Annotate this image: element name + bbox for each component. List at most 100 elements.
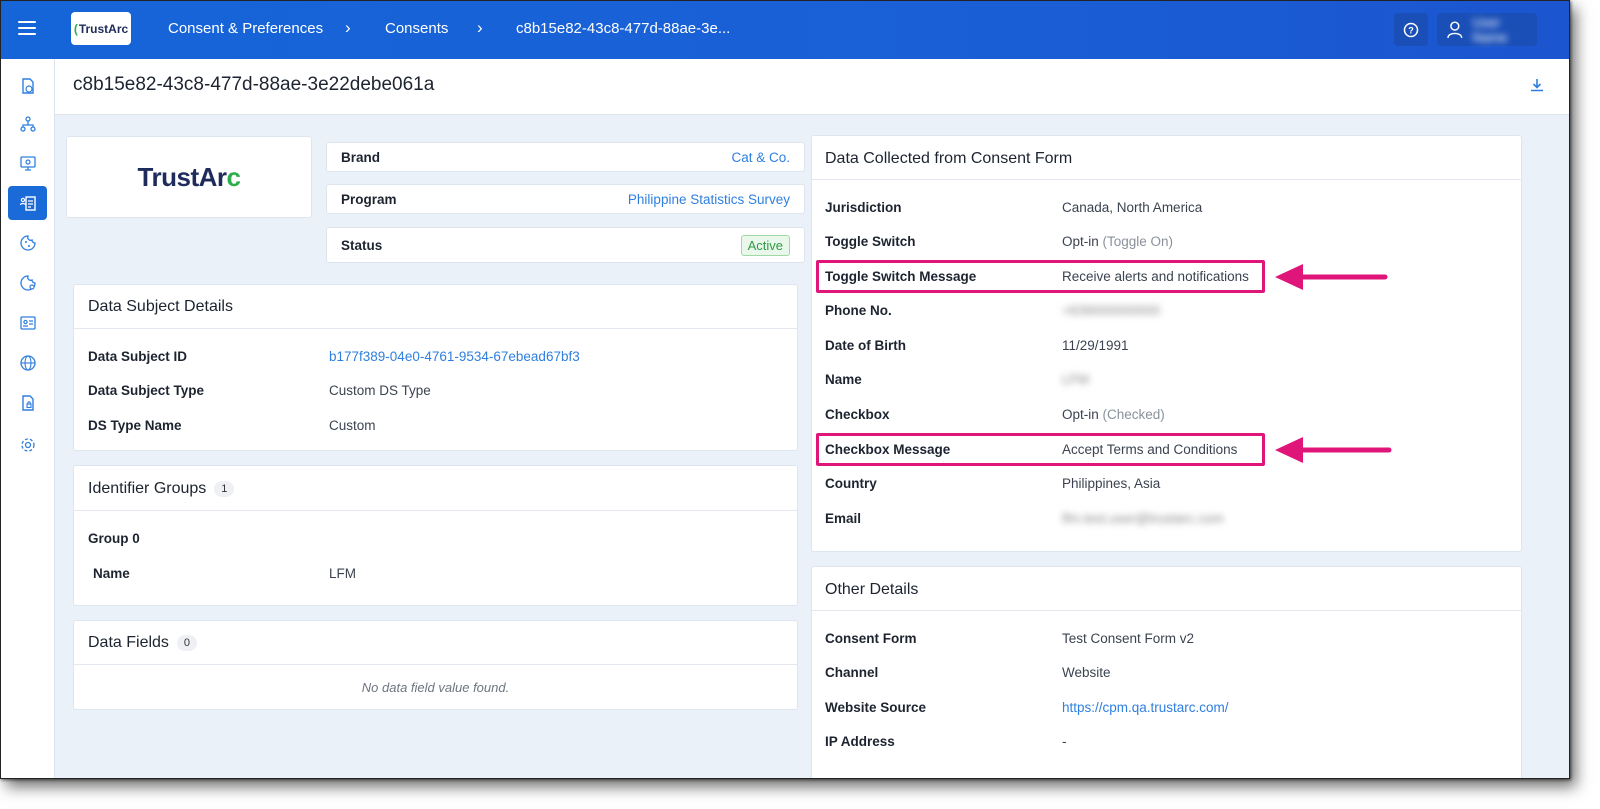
- group-0-label: Group 0: [88, 531, 140, 546]
- country-label: Country: [825, 476, 877, 491]
- brand-label: Brand: [341, 149, 381, 165]
- program-label: Program: [341, 191, 397, 207]
- breadcrumb-consent-preferences[interactable]: Consent & Preferences: [168, 20, 323, 37]
- channel-value: Website: [1062, 665, 1111, 680]
- data-fields-card: Data Fields 0 No data field value found.: [73, 620, 798, 710]
- help-icon: ?: [1403, 22, 1419, 37]
- phone-value-redacted: +639000000000: [1062, 303, 1160, 318]
- monitor-icon: [19, 156, 36, 171]
- sidebar-item-data-flow[interactable]: [8, 107, 47, 141]
- sidebar-item-cookies[interactable]: [8, 226, 47, 260]
- globe-icon: [19, 355, 36, 371]
- gear-icon: [20, 438, 35, 452]
- breadcrumb-current: c8b15e82-43c8-477d-88ae-3e...: [516, 20, 731, 37]
- ds-type-name-label: DS Type Name: [88, 418, 182, 433]
- help-button[interactable]: ?: [1394, 13, 1428, 46]
- sidebar-item-profiles[interactable]: [8, 306, 47, 340]
- chevron-right-icon: ›: [345, 18, 351, 37]
- sidebar-item-monitor[interactable]: [8, 146, 47, 180]
- jurisdiction-label: Jurisdiction: [825, 200, 902, 215]
- consent-form-data-title: Data Collected from Consent Form: [825, 150, 1073, 167]
- app-window: (TrustArc Consent & Preferences › Consen…: [0, 0, 1570, 779]
- sidebar-item-settings[interactable]: [8, 428, 47, 462]
- data-subject-card: Data Subject Details Data Subject ID b17…: [73, 284, 798, 451]
- cookie-icon: [19, 235, 36, 251]
- program-link[interactable]: Philippine Statistics Survey: [628, 192, 790, 207]
- user-name: User Name: [1472, 14, 1508, 45]
- app-logo[interactable]: (TrustArc: [71, 12, 131, 45]
- consent-form-label: Consent Form: [825, 631, 917, 646]
- dob-value: 11/29/1991: [1062, 338, 1129, 353]
- id-card-icon: [19, 316, 36, 330]
- checkbox-value: Opt-in (Checked): [1062, 407, 1165, 422]
- annotation-arrow-icon: [1275, 264, 1388, 290]
- toggle-switch-value: Opt-in (Toggle On): [1062, 234, 1174, 249]
- top-bar: (TrustArc Consent & Preferences › Consen…: [1, 1, 1569, 59]
- sidebar-item-consents[interactable]: [8, 186, 47, 220]
- status-label: Status: [341, 237, 383, 253]
- brand-link[interactable]: Cat & Co.: [731, 150, 790, 165]
- name-value-redacted: LFM: [1062, 372, 1089, 387]
- logo-swoosh-icon: (: [73, 21, 78, 36]
- ip-address-label: IP Address: [825, 734, 895, 749]
- channel-label: Channel: [825, 665, 879, 680]
- website-source-label: Website Source: [825, 700, 927, 715]
- program-row: Program Philippine Statistics Survey: [326, 184, 805, 214]
- sidebar-item-cookie-settings[interactable]: [8, 266, 47, 300]
- identifier-groups-card: Identifier Groups 1 Group 0 Name LFM: [73, 465, 798, 606]
- page-title: c8b15e82-43c8-477d-88ae-3e22debe061a: [73, 74, 435, 95]
- brand-row: Brand Cat & Co.: [326, 142, 805, 172]
- document-lock-icon: [21, 395, 34, 411]
- data-subject-type-value: Custom DS Type: [329, 383, 431, 398]
- sidebar-item-global[interactable]: [8, 346, 47, 380]
- sidebar: [1, 59, 55, 778]
- data-subject-id-link[interactable]: b177f389-04e0-4761-9534-67ebead67bf3: [329, 349, 580, 364]
- sidebar-item-policies[interactable]: [8, 386, 47, 420]
- brand-logo: TrustArc: [137, 161, 241, 192]
- chevron-right-icon: ›: [477, 18, 483, 37]
- menu-icon[interactable]: [18, 21, 36, 37]
- other-details-title: Other Details: [825, 581, 919, 598]
- identifier-groups-title: Identifier Groups 1: [88, 480, 235, 498]
- website-source-link[interactable]: https://cpm.qa.trustarc.com/: [1062, 700, 1229, 715]
- name-label: Name: [825, 372, 862, 387]
- phone-label: Phone No.: [825, 303, 892, 318]
- sidebar-item-dashboard[interactable]: [8, 69, 47, 103]
- user-menu-button[interactable]: User Name: [1437, 13, 1537, 46]
- svg-text:?: ?: [1408, 25, 1414, 35]
- checkbox-label: Checkbox: [825, 407, 890, 422]
- data-fields-empty-note: No data field value found.: [361, 680, 510, 695]
- brand-logo-card: TrustArc: [66, 136, 312, 218]
- document-clock-icon: [21, 78, 34, 94]
- data-fields-count: 0: [176, 634, 198, 651]
- consent-records-icon: [19, 196, 36, 211]
- identifier-groups-count: 1: [214, 480, 235, 497]
- download-icon[interactable]: [1529, 77, 1545, 93]
- email-value-redacted: lfm.test.user@trustarc.com: [1062, 511, 1224, 526]
- breadcrumb-consents[interactable]: Consents: [385, 20, 448, 37]
- data-subject-type-label: Data Subject Type: [88, 383, 205, 398]
- data-fields-title: Data Fields 0: [88, 634, 198, 652]
- page-header: c8b15e82-43c8-477d-88ae-3e22debe061a: [55, 59, 1569, 115]
- country-value: Philippines, Asia: [1062, 476, 1161, 491]
- cookie-settings-icon: [19, 275, 36, 291]
- network-icon: [19, 116, 36, 132]
- highlight-toggle-switch-message: [816, 260, 1265, 293]
- ip-address-value: -: [1062, 734, 1067, 749]
- identifier-name-label: Name: [93, 566, 130, 581]
- data-subject-id-label: Data Subject ID: [88, 349, 188, 364]
- other-details-card: Other Details Consent Form Test Consent …: [811, 566, 1522, 778]
- ds-type-name-value: Custom: [329, 418, 376, 433]
- user-icon: [1447, 20, 1463, 38]
- toggle-switch-label: Toggle Switch: [825, 234, 916, 249]
- consent-form-value: Test Consent Form v2: [1062, 631, 1195, 646]
- status-badge: Active: [740, 234, 790, 256]
- data-subject-title: Data Subject Details: [88, 298, 233, 315]
- email-label: Email: [825, 511, 862, 526]
- jurisdiction-value: Canada, North America: [1062, 200, 1203, 215]
- identifier-name-value: LFM: [329, 566, 356, 581]
- status-row: Status Active: [326, 227, 805, 263]
- highlight-checkbox-message: [816, 433, 1265, 466]
- annotation-arrow-icon: [1275, 437, 1392, 463]
- dob-label: Date of Birth: [825, 338, 906, 353]
